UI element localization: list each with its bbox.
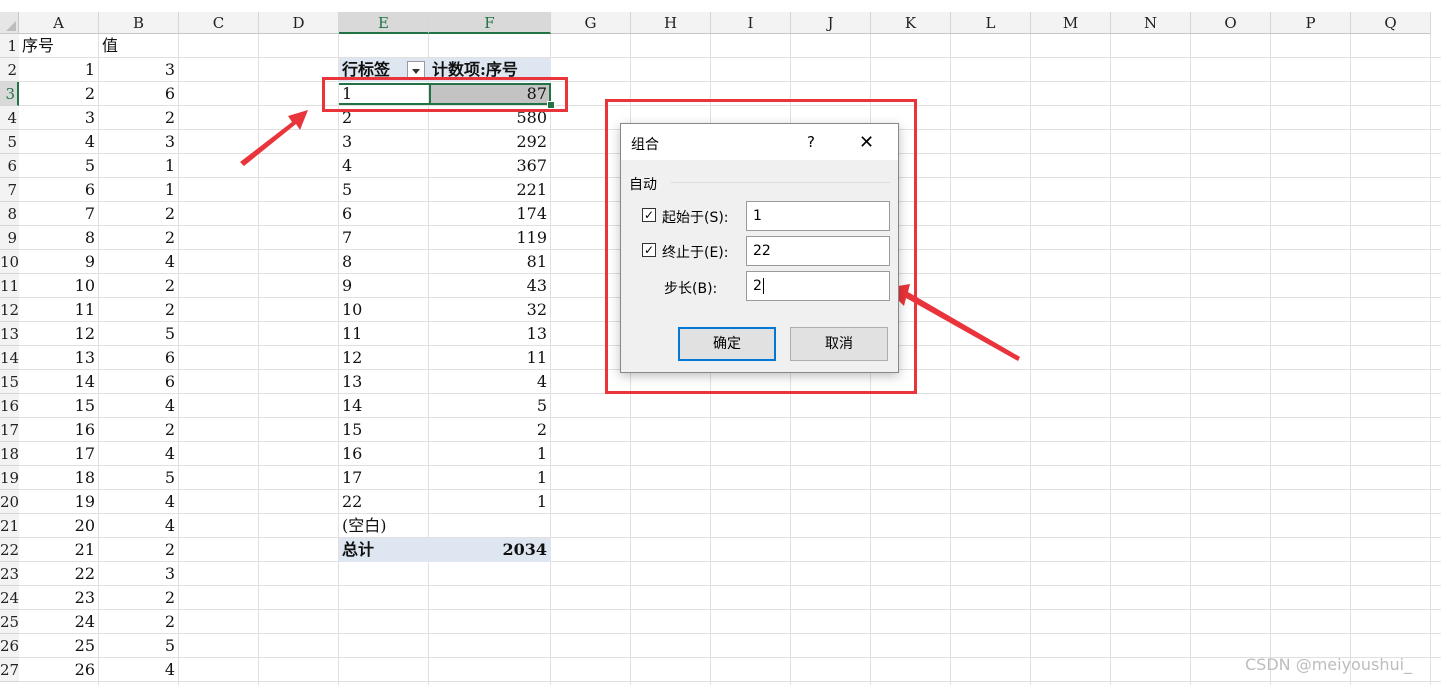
start-checkbox[interactable]: ✓ [642, 208, 656, 222]
arrow-left [240, 110, 308, 166]
cancel-button[interactable]: 取消 [790, 327, 888, 361]
arrow-right [886, 284, 1020, 361]
end-label: 终止于(E): [662, 245, 729, 261]
spreadsheet: ABCDEFGHIJKLMNOPQ 1 2 3 4 5 6 7 8 9 10 11 12 13 14 15 1… [0, 0, 1441, 685]
dialog-titlebar [621, 124, 898, 160]
start-input[interactable]: 1 [746, 201, 890, 231]
group-dialog: 组合 ? ✕ 自动 ✓ 起始于(S): 1 ✓ 终止于(E): 22 步长(B)… [620, 123, 899, 373]
auto-group-label: 自动 [629, 177, 657, 193]
help-icon[interactable]: ? [807, 133, 815, 151]
end-input[interactable]: 22 [746, 236, 890, 266]
end-checkbox[interactable]: ✓ [642, 243, 656, 257]
text-caret [762, 278, 764, 294]
close-icon[interactable]: ✕ [859, 132, 874, 153]
group-divider [671, 182, 890, 183]
ok-button[interactable]: 确定 [678, 327, 776, 361]
dialog-title: 组合 [631, 137, 659, 153]
watermark: CSDN @meiyoushui_ [1245, 655, 1413, 674]
step-input[interactable]: 2 [746, 271, 890, 301]
start-label: 起始于(S): [662, 210, 729, 226]
step-value: 2 [753, 278, 762, 294]
step-label: 步长(B): [664, 281, 718, 297]
